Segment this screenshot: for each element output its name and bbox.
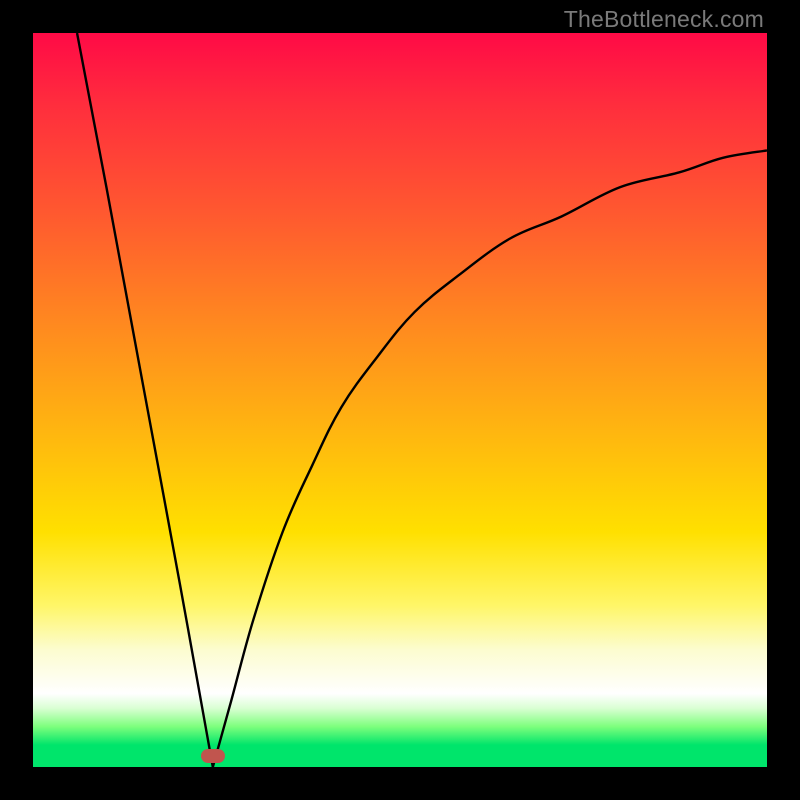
optimum-marker: [201, 749, 225, 763]
bottleneck-curve: [33, 33, 767, 767]
plot-area: [33, 33, 767, 767]
watermark-text: TheBottleneck.com: [564, 6, 764, 33]
chart-frame: TheBottleneck.com: [0, 0, 800, 800]
curve-path: [77, 33, 767, 767]
